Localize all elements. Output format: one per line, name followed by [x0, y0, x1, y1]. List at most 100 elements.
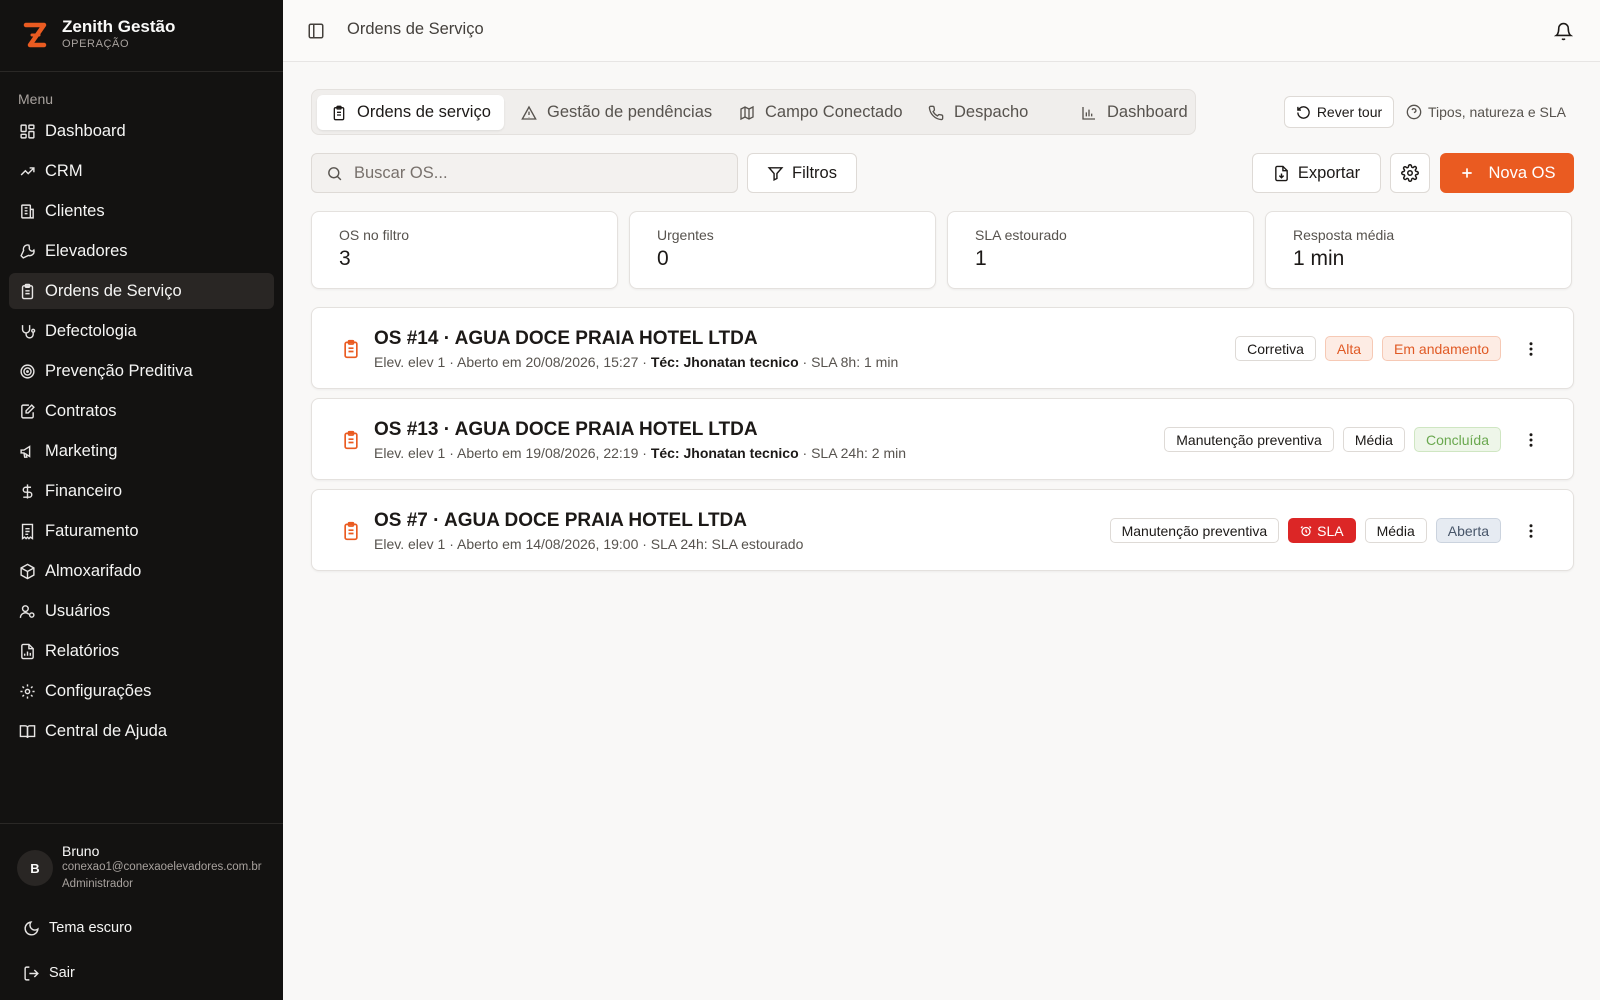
- sidebar-item-label: Defectologia: [45, 321, 137, 340]
- rever-tour-button[interactable]: Rever tour: [1284, 96, 1394, 128]
- order-card-os-7[interactable]: OS #7 · AGUA DOCE PRAIA HOTEL LTDA Elev.…: [311, 489, 1574, 571]
- stat-label: SLA estourado: [975, 227, 1067, 243]
- file-download-icon: [1274, 165, 1288, 181]
- order-menu-button[interactable]: [1519, 337, 1543, 361]
- new-os-button[interactable]: Nova OS: [1440, 153, 1574, 193]
- stat-label: OS no filtro: [339, 227, 410, 243]
- logout-label: Sair: [49, 965, 75, 981]
- sidebar-item-label: CRM: [45, 161, 83, 180]
- more-vertical-icon: [1529, 433, 1533, 447]
- page-title: Ordens de Serviço: [347, 20, 484, 38]
- menu-title: Menu: [18, 91, 54, 107]
- order-card-os-13[interactable]: OS #13 · AGUA DOCE PRAIA HOTEL LTDA Elev…: [311, 398, 1574, 480]
- help-circle-icon: [1406, 104, 1422, 120]
- export-button[interactable]: Exportar: [1252, 153, 1381, 193]
- sidebar-item-label: Elevadores: [45, 241, 128, 260]
- stat-card-os-no-filtro: OS no filtro 3: [311, 211, 618, 289]
- order-details: Elev. elev 1 · Aberto em 14/08/2026, 19:…: [374, 536, 803, 552]
- sidebar-toggle-button[interactable]: [305, 20, 327, 42]
- map-icon: [738, 104, 756, 122]
- sidebar-item-configuracoes[interactable]: Configurações: [9, 673, 274, 709]
- sidebar-item-almoxarifado[interactable]: Almoxarifado: [9, 553, 274, 589]
- book-open-icon: [18, 722, 36, 740]
- trending-up-icon: [18, 162, 36, 180]
- order-menu-button[interactable]: [1519, 428, 1543, 452]
- settings-button[interactable]: [1390, 153, 1430, 193]
- sidebar-item-label: Central de Ajuda: [45, 721, 168, 740]
- clipboard-icon: [18, 282, 36, 300]
- logout-button[interactable]: Sair: [12, 956, 272, 990]
- tab-campo-conectado[interactable]: Campo Conectado: [725, 95, 916, 130]
- zenith-logo-icon: [23, 22, 47, 48]
- sidebar-item-label: Ordens de Serviço: [45, 281, 182, 300]
- filters-button[interactable]: Filtros: [747, 153, 857, 193]
- dollar-icon: [18, 482, 36, 500]
- sidebar-item-faturamento[interactable]: Faturamento: [9, 513, 274, 549]
- plus-icon: [1461, 168, 1472, 178]
- sidebar-item-financeiro[interactable]: Financeiro: [9, 473, 274, 509]
- tipos-natureza-sla-link[interactable]: Tipos, natureza e SLA: [1406, 100, 1566, 124]
- sidebar-item-dashboard[interactable]: Dashboard: [9, 113, 274, 149]
- search-input[interactable]: [354, 163, 724, 183]
- sidebar-menu: Dashboard CRM Clientes Elevadores Ordens…: [9, 113, 274, 753]
- stethoscope-icon: [18, 322, 36, 340]
- sidebar-item-marketing[interactable]: Marketing: [9, 433, 274, 469]
- order-title: OS #14 · AGUA DOCE PRAIA HOTEL LTDA: [374, 328, 758, 349]
- filter-icon: [767, 166, 784, 181]
- avatar[interactable]: B: [17, 850, 53, 886]
- tab-gestao-de-pendencias[interactable]: Gestão de pendências: [507, 95, 725, 130]
- sidebar-item-central-de-ajuda[interactable]: Central de Ajuda: [9, 713, 274, 749]
- phone-icon: [927, 104, 945, 122]
- sla-badge-label: SLA: [1317, 522, 1344, 539]
- sidebar-item-ordens-de-servico[interactable]: Ordens de Serviço: [9, 273, 274, 309]
- sidebar-item-label: Clientes: [45, 201, 105, 220]
- more-vertical-icon: [1529, 342, 1533, 356]
- order-sla-text: · SLA 8h: 1 min: [798, 354, 899, 370]
- order-title: OS #13 · AGUA DOCE PRAIA HOTEL LTDA: [374, 419, 758, 440]
- export-label: Exportar: [1297, 163, 1361, 182]
- type-badge: Manutenção preventiva: [1164, 427, 1334, 452]
- wrench-icon: [18, 242, 36, 260]
- user-email: conexao1@conexaoelevadores.com.br: [62, 861, 262, 873]
- rever-tour-label: Rever tour: [1316, 104, 1383, 120]
- order-menu-button[interactable]: [1519, 519, 1543, 543]
- type-badge: Manutenção preventiva: [1109, 518, 1280, 543]
- sidebar-item-crm[interactable]: CRM: [9, 153, 274, 189]
- order-details: Elev. elev 1 · Aberto em 19/08/2026, 22:…: [374, 445, 906, 461]
- notifications-button[interactable]: [1551, 19, 1575, 43]
- theme-toggle-button[interactable]: Tema escuro: [12, 911, 272, 945]
- order-technician: Téc: Jhonatan tecnico: [650, 445, 799, 461]
- sidebar-item-prevencao-preditiva[interactable]: Prevenção Preditiva: [9, 353, 274, 389]
- sidebar: Zenith Gestão OPERAÇÃO Menu Dashboard CR…: [0, 0, 283, 1000]
- more-vertical-icon: [1529, 524, 1533, 538]
- panel-left-icon: [308, 23, 324, 39]
- brand-subtitle: OPERAÇÃO: [62, 38, 130, 50]
- tab-despacho[interactable]: Despacho: [914, 95, 1041, 130]
- status-badge: Aberta: [1435, 518, 1501, 543]
- bell-icon: [1553, 22, 1573, 40]
- stat-card-resposta-media: Resposta média 1 min: [1265, 211, 1572, 289]
- sidebar-item-clientes[interactable]: Clientes: [9, 193, 274, 229]
- user-role: Administrador: [62, 878, 133, 890]
- sidebar-item-defectologia[interactable]: Defectologia: [9, 313, 274, 349]
- order-badges: Manutenção preventiva SLA Média Aberta: [1109, 518, 1501, 543]
- sidebar-item-label: Configurações: [45, 681, 152, 700]
- clipboard-icon: [340, 337, 362, 361]
- sidebar-item-elevadores[interactable]: Elevadores: [9, 233, 274, 269]
- tab-ordens-de-servico[interactable]: Ordens de serviço: [317, 95, 504, 130]
- alert-triangle-icon: [520, 104, 538, 122]
- dashboard-grid-icon: [18, 122, 36, 140]
- user-cog-icon: [18, 602, 36, 620]
- order-card-os-14[interactable]: OS #14 · AGUA DOCE PRAIA HOTEL LTDA Elev…: [311, 307, 1574, 389]
- priority-badge: Alta: [1324, 336, 1374, 361]
- sidebar-item-contratos[interactable]: Contratos: [9, 393, 274, 429]
- tab-dashboard[interactable]: Dashboard: [1067, 95, 1201, 130]
- stat-value: 1: [975, 247, 987, 270]
- stat-label: Urgentes: [657, 227, 714, 243]
- sla-badge: SLA: [1288, 518, 1356, 543]
- clipboard-icon: [340, 519, 362, 543]
- sidebar-item-usuarios[interactable]: Usuários: [9, 593, 274, 629]
- priority-badge: Média: [1364, 518, 1427, 543]
- sidebar-item-relatorios[interactable]: Relatórios: [9, 633, 274, 669]
- tab-bar: Ordens de serviço Gestão de pendências C…: [311, 89, 1196, 135]
